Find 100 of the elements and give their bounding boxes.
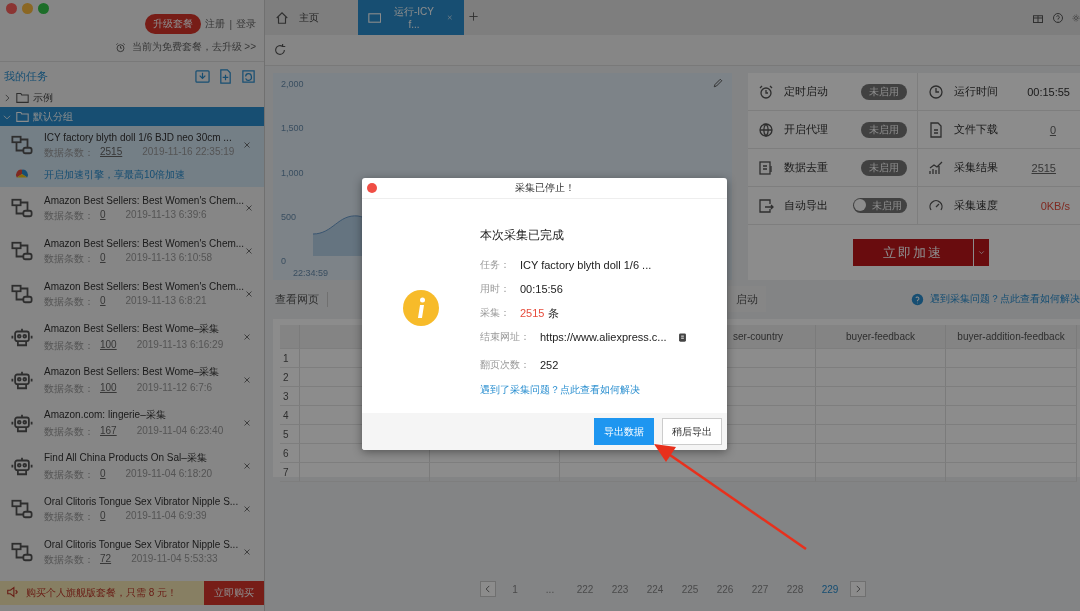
status-badge[interactable]: 未启用 (861, 159, 907, 176)
field-value: 252 (540, 359, 559, 371)
page-link[interactable]: 223 (604, 583, 636, 595)
export-icon (758, 197, 774, 214)
close-icon (242, 546, 252, 557)
stat-value: 0KB/s (1040, 199, 1070, 212)
dropdown-button[interactable] (973, 239, 989, 266)
group-row[interactable]: 默认分组 (0, 107, 264, 126)
dialog-title: 采集已停止！ (514, 181, 575, 195)
tab[interactable]: 主页 (265, 0, 358, 35)
import-icon (195, 68, 210, 84)
flowchart-icon (11, 239, 33, 262)
column-header: buyer-addition-feedback (946, 325, 1077, 349)
help-link[interactable]: 遇到采集问题？点此查看如何解决 (930, 292, 1080, 306)
promo-text: 购买个人旗舰版套餐，只需 8 元！ (25, 586, 179, 600)
toggle-switch[interactable]: 未启用 (853, 198, 907, 213)
tab[interactable]: 运行-ICY f... (358, 0, 464, 35)
count-link[interactable]: 0 (100, 251, 106, 266)
field-label: 采集： (480, 306, 510, 320)
count-link[interactable]: 0 (100, 509, 106, 524)
task-title: Amazon.com: lingerie–采集 (44, 408, 167, 422)
close-button[interactable] (367, 183, 377, 193)
stat-label: 采集结果 (954, 160, 999, 175)
count-link[interactable]: 100 (100, 339, 117, 353)
count-link[interactable]: 167 (100, 425, 117, 439)
task-title: ICY factory blyth doll 1/6 BJD neo 30cm ... (44, 132, 233, 143)
setting-label: 开启代理 (784, 122, 829, 137)
flowchart-icon (11, 196, 33, 219)
count-link[interactable]: 0 (100, 468, 106, 482)
document-list-icon (758, 159, 774, 176)
flowchart-icon (11, 282, 33, 305)
task-title: Amazon Best Sellers: Best Wome–采集 (44, 322, 221, 336)
count-link[interactable]: 0 (100, 208, 106, 223)
info-icon (403, 290, 439, 326)
help-icon (911, 292, 924, 306)
window-control[interactable] (38, 3, 49, 14)
register-link[interactable]: 注册 (205, 17, 226, 31)
plus-icon (468, 11, 479, 22)
boost-link[interactable]: 开启加速引擎，享最高10倍加速 (44, 168, 264, 182)
group-row[interactable]: 示例 (0, 88, 264, 107)
axis-label: 22:34:59 (293, 268, 329, 278)
stat-link[interactable]: 0 (1049, 123, 1070, 136)
boost-button[interactable]: 立即加速 (853, 239, 973, 266)
window-control[interactable] (6, 3, 17, 14)
window-control[interactable] (22, 3, 33, 14)
field-value: ICY factory blyth doll 1/6 ... (520, 259, 652, 271)
later-button[interactable]: 稍后导出 (662, 418, 722, 445)
alarm-clock-icon (114, 41, 126, 53)
row-number: 2 (280, 368, 300, 387)
previous-page-button[interactable] (479, 581, 496, 597)
page-link[interactable]: 224 (639, 583, 671, 595)
folder-icon (16, 91, 29, 104)
unit-label: 条 (548, 305, 560, 321)
status-badge[interactable]: 未启用 (861, 83, 907, 100)
folder-icon (16, 110, 29, 123)
count-link[interactable]: 0 (100, 294, 106, 309)
task-title: Oral Clitoris Tongue Sex Vibrator Nipple S... (44, 538, 240, 550)
row-number: 6 (280, 444, 300, 463)
task-title: Oral Clitoris Tongue Sex Vibrator Nipple S... (44, 495, 240, 507)
task-title: Find All China Products On Sal–采集 (44, 451, 208, 465)
axis-label: 2,000 (281, 79, 305, 89)
close-icon (242, 140, 252, 150)
status-badge[interactable]: 未启用 (861, 121, 907, 138)
separator: | (229, 18, 232, 30)
flowchart-icon (11, 497, 33, 520)
plan-notice[interactable]: 当前为免费套餐，去升级 >> (131, 40, 256, 54)
copy-icon (676, 331, 688, 343)
axis-label: 1,500 (281, 123, 305, 134)
help-link[interactable]: 遇到了采集问题？点此查看如何解决 (480, 383, 727, 397)
close-icon (244, 202, 255, 213)
upgrade-button[interactable]: 升级套餐 (145, 14, 202, 34)
page-link[interactable]: ... (534, 583, 566, 595)
dialog-heading: 本次采集已完成 (480, 227, 565, 244)
login-link[interactable]: 登录 (236, 17, 256, 31)
window-icon (368, 10, 382, 25)
count-link[interactable]: 72 (100, 552, 112, 567)
stat-link[interactable]: 2515 (1031, 161, 1070, 174)
help-icon (1052, 11, 1064, 24)
count-link[interactable]: 100 (100, 382, 117, 396)
row-number: 5 (280, 425, 300, 444)
edit-icon (712, 77, 724, 89)
home-icon (275, 10, 289, 25)
stat-label: 运行时间 (954, 84, 999, 99)
flowchart-icon (11, 540, 33, 563)
page-link[interactable]: 229 (814, 583, 846, 595)
refresh-icon (273, 43, 287, 57)
count-link[interactable]: 2515 (100, 146, 123, 160)
alarm-clock-icon (758, 83, 774, 100)
setting-label: 数据去重 (784, 160, 829, 175)
view-tab[interactable]: 查看网页 (273, 291, 328, 307)
export-button[interactable]: 导出数据 (594, 418, 654, 445)
stat-label: 采集速度 (954, 198, 999, 213)
sidebar-title: 我的任务 (4, 68, 48, 84)
close-icon (242, 331, 252, 342)
column-header: buyer-feedback (816, 325, 946, 349)
close-icon (242, 460, 252, 471)
next-page-button[interactable] (849, 581, 866, 597)
buy-button[interactable]: 立即购买 (204, 581, 264, 605)
close-icon (244, 245, 255, 256)
globe-icon (758, 121, 774, 138)
